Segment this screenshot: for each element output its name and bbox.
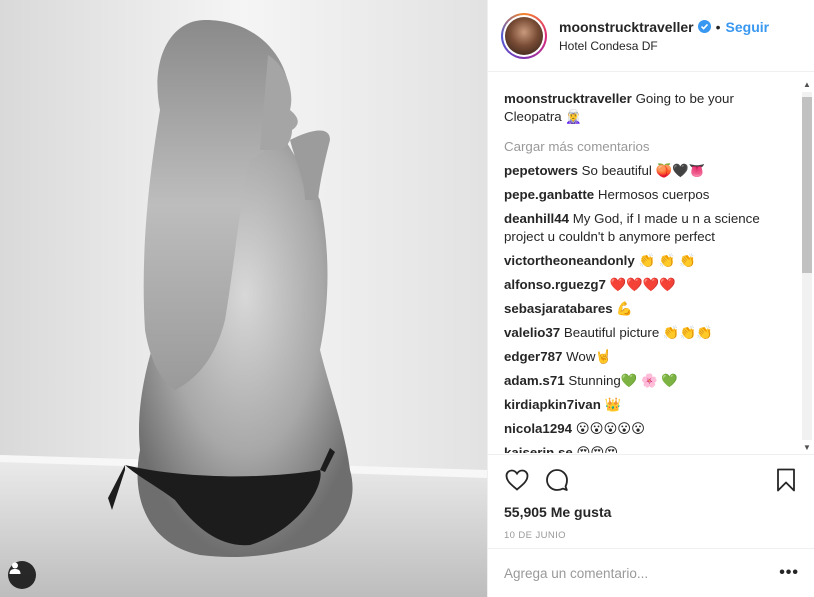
comment-username[interactable]: alfonso.rguezg7 — [504, 277, 606, 292]
comment-text: 💪 — [616, 301, 633, 316]
post-side-panel: moonstrucktraveller • Seguir Hotel Conde… — [487, 0, 814, 597]
comment-item: kaiserin.se 😍😍😍 — [504, 444, 791, 453]
comment-username[interactable]: kaiserin.se — [504, 445, 573, 453]
post-actions: 55,905 Me gusta 10 DE JUNIO — [488, 454, 814, 541]
comment-username[interactable]: valelio37 — [504, 325, 560, 340]
user-tag-icon[interactable] — [8, 561, 36, 589]
verified-badge-icon — [697, 20, 711, 33]
comment-icon[interactable] — [544, 467, 570, 493]
comment-username[interactable]: pepetowers — [504, 163, 578, 178]
avatar — [505, 16, 543, 55]
more-options-button[interactable]: ••• — [779, 564, 799, 582]
comment-item: valelio37 Beautiful picture 👏👏👏 — [504, 324, 791, 342]
comment-item: kirdiapkin7ivan 👑 — [504, 396, 791, 414]
comments-list[interactable]: moonstrucktraveller Going to be your Cle… — [488, 73, 814, 453]
comment-username[interactable]: sebasjaratabares — [504, 301, 613, 316]
comment-text: Stunning💚 🌸 💚 — [568, 373, 678, 388]
caption: moonstrucktraveller Going to be your Cle… — [504, 90, 791, 126]
location-link[interactable]: Hotel Condesa DF — [559, 39, 769, 53]
comment-text: 😮😮😮😮😮 — [575, 421, 646, 436]
comment-item: pepe.ganbatte Hermosos cuerpos — [504, 186, 791, 204]
comment-username[interactable]: edger787 — [504, 349, 562, 364]
comment-item: victortheoneandonly 👏 👏 👏 — [504, 252, 791, 270]
scroll-up-arrow-icon[interactable]: ▲ — [803, 80, 811, 89]
comment-text: Wow🤘 — [566, 349, 612, 364]
comment-item: sebasjaratabares 💪 — [504, 300, 791, 318]
comment-text: 👏 👏 👏 — [638, 253, 696, 268]
header-username[interactable]: moonstrucktraveller — [559, 19, 694, 35]
comment-text: Hermosos cuerpos — [597, 187, 710, 202]
comment-text: 😍😍😍 — [576, 445, 619, 453]
comments-scrollbar[interactable]: ▲ ▼ — [799, 80, 813, 452]
comment-username[interactable]: adam.s71 — [504, 373, 565, 388]
separator-dot: • — [715, 18, 721, 35]
post-date: 10 DE JUNIO — [504, 530, 566, 541]
add-comment-bar: ••• — [488, 548, 814, 597]
post-image[interactable] — [0, 0, 487, 597]
comment-text: ❤️❤️❤️❤️ — [609, 277, 676, 292]
story-ring[interactable] — [501, 12, 547, 59]
comment-item: deanhill44 My God, if I made u n a scien… — [504, 210, 791, 246]
load-more-comments-button[interactable]: Cargar más comentarios — [504, 138, 791, 156]
post-header: moonstrucktraveller • Seguir Hotel Conde… — [488, 0, 814, 72]
comment-item: alfonso.rguezg7 ❤️❤️❤️❤️ — [504, 276, 791, 294]
comment-item: nicola1294 😮😮😮😮😮 — [504, 420, 791, 438]
comment-username[interactable]: kirdiapkin7ivan — [504, 397, 601, 412]
caption-username[interactable]: moonstrucktraveller — [504, 91, 632, 106]
heart-icon[interactable] — [504, 467, 530, 493]
comment-text: 👑 — [604, 397, 622, 412]
comment-item: pepetowers So beautiful 🍑🖤👅 — [504, 162, 791, 180]
comment-username[interactable]: deanhill44 — [504, 211, 569, 226]
follow-button[interactable]: Seguir — [726, 19, 770, 35]
comment-username[interactable]: nicola1294 — [504, 421, 572, 436]
person-icon — [9, 562, 21, 574]
comment-item: edger787 Wow🤘 — [504, 348, 791, 366]
comment-item: adam.s71 Stunning💚 🌸 💚 — [504, 372, 791, 390]
post-photo-illustration — [0, 0, 487, 597]
comment-text: So beautiful 🍑🖤👅 — [581, 163, 706, 178]
scrollbar-thumb[interactable] — [802, 97, 812, 273]
comment-text: Beautiful picture 👏👏👏 — [563, 325, 713, 340]
scroll-down-arrow-icon[interactable]: ▼ — [803, 443, 811, 452]
likes-count[interactable]: 55,905 Me gusta — [504, 504, 799, 520]
comment-username[interactable]: victortheoneandonly — [504, 253, 635, 268]
comment-input[interactable] — [504, 565, 780, 581]
bookmark-icon[interactable] — [773, 467, 799, 493]
comment-username[interactable]: pepe.ganbatte — [504, 187, 594, 202]
